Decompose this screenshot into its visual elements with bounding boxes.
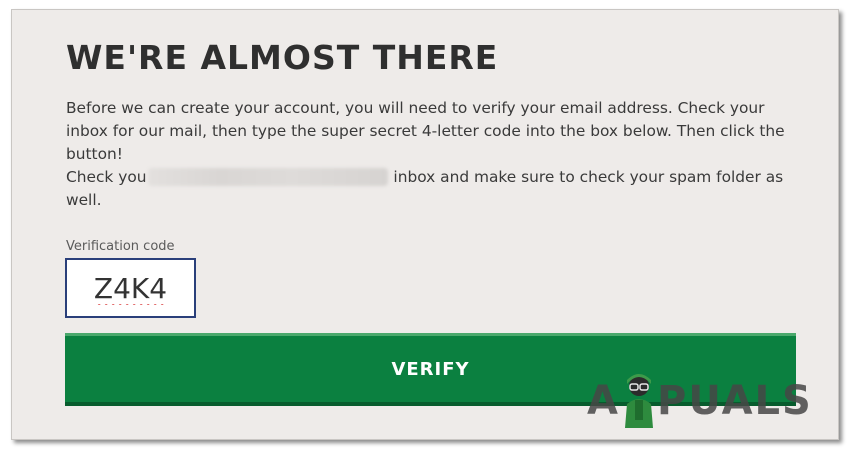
page-title: WE'RE ALMOST THERE <box>66 38 499 77</box>
verification-code-label: Verification code <box>66 239 175 254</box>
redacted-email <box>147 168 388 186</box>
spam-notice-prefix: Check you <box>66 168 147 186</box>
verify-button[interactable]: VERIFY <box>65 333 796 406</box>
spam-notice-text: Check you inbox and make sure to check y… <box>66 166 806 212</box>
screenshot: WE'RE ALMOST THERE Before we can create … <box>0 0 851 453</box>
verification-code-input[interactable] <box>65 258 196 318</box>
verification-card: WE'RE ALMOST THERE Before we can create … <box>11 9 839 440</box>
instructions-text: Before we can create your account, you w… <box>66 99 785 163</box>
